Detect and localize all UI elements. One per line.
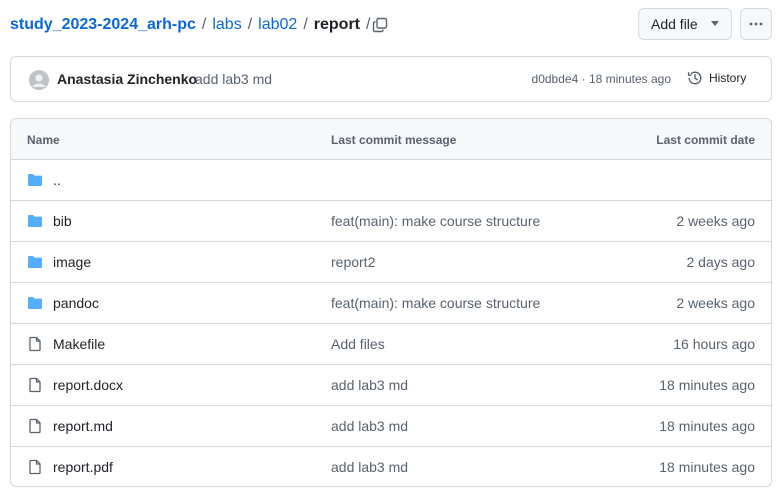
copy-path-button[interactable] [368,13,392,37]
file-name-link[interactable]: report.md [53,418,113,434]
folder-icon [28,215,42,227]
table-row[interactable]: Makefile Add files 16 hours ago [11,324,771,365]
file-name-link[interactable]: report.docx [53,377,123,393]
folder-icon [28,297,42,309]
folder-icon [28,174,42,186]
parent-directory-link[interactable]: .. [53,172,61,188]
commit-time: 18 minutes ago [588,72,671,86]
column-header-date: Last commit date [656,133,755,147]
file-name-link[interactable]: image [53,254,91,270]
add-file-button[interactable]: Add file [638,8,732,40]
table-row[interactable]: bib feat(main): make course structure 2 … [11,201,771,242]
file-icon [29,336,41,352]
user-avatar-icon [29,70,49,90]
breadcrumb-separator: / [303,16,308,33]
breadcrumb-lab02-link[interactable]: lab02 [258,14,297,36]
file-icon [29,377,41,393]
commit-date: 2 days ago [686,254,756,270]
breadcrumb: study_2023-2024_arh-pc / labs / lab02 / … [10,14,376,36]
commit-message-link[interactable]: feat(main): make course structure [331,213,540,229]
column-header-message: Last commit message [331,133,457,147]
breadcrumb-current: report [313,16,360,33]
table-row[interactable]: report.pdf add lab3 md 18 minutes ago [11,447,771,486]
avatar[interactable] [29,70,49,90]
commit-meta-separator: · [581,72,586,86]
commit-message-link[interactable]: feat(main): make course structure [331,295,540,311]
commit-message-link[interactable]: report2 [331,254,375,270]
top-bar: study_2023-2024_arh-pc / labs / lab02 / … [0,0,780,50]
breadcrumb-separator: / [201,16,207,33]
commit-message-link[interactable]: add lab3 md [331,418,408,434]
file-name-link[interactable]: bib [53,213,72,229]
file-table: Name Last commit message Last commit dat… [10,118,772,487]
file-icon [29,459,41,475]
folder-icon [28,256,42,268]
table-row[interactable]: pandoc feat(main): make course structure… [11,283,771,324]
history-label: History [709,71,747,85]
breadcrumb-separator: / [247,16,253,33]
commit-message-link[interactable]: add lab3 md [331,459,408,475]
commit-message-link[interactable]: Add files [331,336,385,352]
kebab-horizontal-icon [749,22,763,26]
file-name-link[interactable]: Makefile [53,336,105,352]
commit-sha[interactable]: d0dbde4 [532,72,579,86]
add-file-label: Add file [651,16,698,32]
commit-meta: d0dbde4 · 18 minutes ago [532,72,671,86]
history-icon [687,71,702,85]
breadcrumb-repo-link[interactable]: study_2023-2024_arh-pc [10,14,196,36]
latest-commit-bar: Anastasia Zinchenko add lab3 md d0dbde4 … [10,56,772,102]
column-header-name: Name [27,133,60,147]
file-icon [29,418,41,434]
copy-icon [372,17,388,33]
table-header: Name Last commit message Last commit dat… [11,119,771,160]
commit-date: 2 weeks ago [676,213,755,229]
commit-date: 18 minutes ago [659,459,755,475]
commit-date: 2 weeks ago [676,295,755,311]
commit-date: 18 minutes ago [659,377,755,393]
file-name-link[interactable]: pandoc [53,295,99,311]
commit-date: 16 hours ago [673,336,755,352]
more-options-button[interactable] [740,8,772,40]
table-row[interactable]: report.md add lab3 md 18 minutes ago [11,406,771,447]
file-name-link[interactable]: report.pdf [53,459,113,475]
commit-author[interactable]: Anastasia Zinchenko [57,71,197,87]
history-button[interactable]: History [687,70,746,86]
table-row[interactable]: report.docx add lab3 md 18 minutes ago [11,365,771,406]
commit-date: 18 minutes ago [659,418,755,434]
table-row[interactable]: image report2 2 days ago [11,242,771,283]
breadcrumb-labs-link[interactable]: labs [212,14,241,36]
table-row-parent[interactable]: .. [11,160,771,201]
commit-message[interactable]: add lab3 md [195,71,272,87]
chevron-down-icon [711,21,719,26]
commit-message-link[interactable]: add lab3 md [331,377,408,393]
